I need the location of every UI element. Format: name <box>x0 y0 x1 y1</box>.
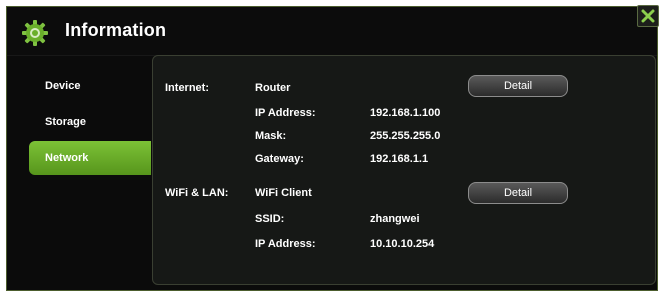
close-icon <box>641 9 655 23</box>
internet-mask-label: Mask: <box>255 130 287 142</box>
information-window: Information Device Storage Network Inter… <box>6 5 659 291</box>
wifi-section-label: WiFi & LAN: <box>165 187 229 199</box>
network-info-panel: Internet: Router Detail IP Address: 192.… <box>152 55 656 285</box>
gear-icon <box>21 19 49 47</box>
internet-gateway-label: Gateway: <box>255 153 304 165</box>
title-bar: Information <box>7 5 659 56</box>
wifi-ip-label: IP Address: <box>255 238 316 250</box>
wifi-detail-button[interactable]: Detail <box>468 182 568 204</box>
sidebar-item-label: Device <box>45 80 81 92</box>
wifi-ssid-value: zhangwei <box>370 213 420 225</box>
internet-mask-value: 255.255.255.0 <box>370 130 441 142</box>
internet-mode: Router <box>255 82 291 94</box>
internet-gateway-value: 192.168.1.1 <box>370 153 429 165</box>
sidebar-item-device[interactable]: Device <box>29 69 151 103</box>
internet-ip-value: 192.168.1.100 <box>370 107 441 119</box>
sidebar: Device Storage Network <box>29 69 151 177</box>
wifi-ip-value: 10.10.10.254 <box>370 238 435 250</box>
sidebar-item-network[interactable]: Network <box>29 141 151 175</box>
sidebar-item-label: Storage <box>45 116 86 128</box>
wifi-ssid-label: SSID: <box>255 213 285 225</box>
sidebar-item-storage[interactable]: Storage <box>29 105 151 139</box>
wifi-mode: WiFi Client <box>255 187 312 199</box>
page-title: Information <box>65 20 167 40</box>
close-button[interactable] <box>637 5 659 27</box>
sidebar-item-label: Network <box>45 152 89 164</box>
internet-section-label: Internet: <box>165 82 209 94</box>
internet-ip-label: IP Address: <box>255 107 316 119</box>
internet-detail-button[interactable]: Detail <box>468 75 568 97</box>
